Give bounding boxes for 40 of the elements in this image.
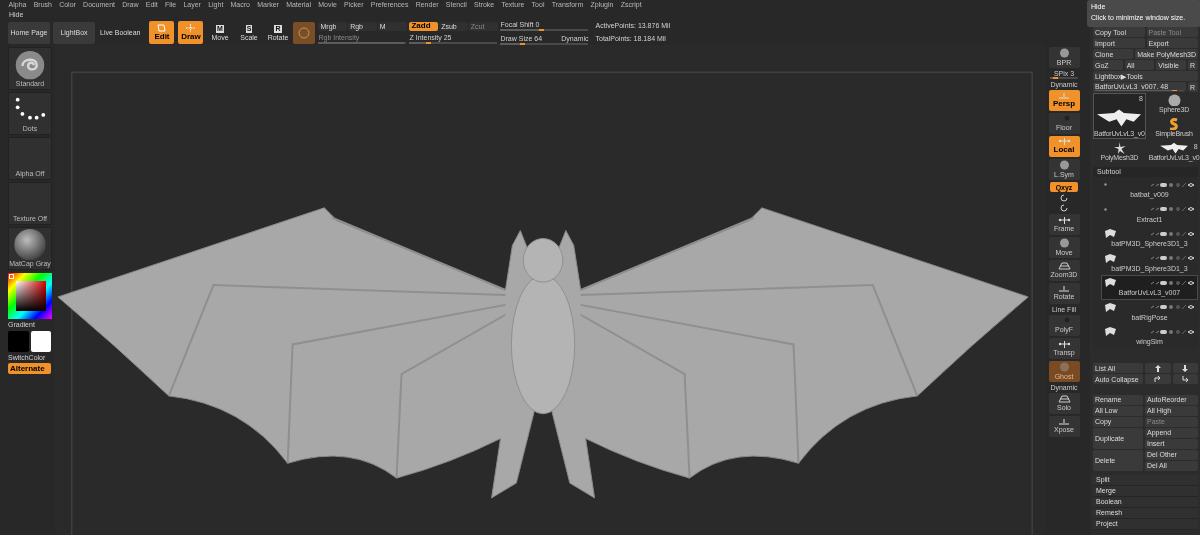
floor-icon: [1058, 286, 1070, 293]
up-arrow-icon: [1154, 364, 1161, 372]
visibility-icons: [1151, 279, 1195, 286]
floor-icon: [1058, 419, 1070, 426]
sphere-icon: [1058, 160, 1070, 171]
sphere-icon: [1058, 238, 1070, 249]
sphere-icon: [1058, 48, 1070, 59]
axes-icon: [1057, 138, 1071, 146]
visibility-icons: [1151, 255, 1195, 261]
floor-icon: [1058, 92, 1070, 99]
mode-button[interactable]: Draw: [178, 21, 204, 44]
arrow-button[interactable]: [1172, 363, 1198, 373]
frame-icon: [157, 24, 167, 32]
alternate-button[interactable]: Alternate: [8, 363, 51, 375]
color-picker[interactable]: [8, 273, 52, 319]
visibility-icons: [1151, 304, 1195, 310]
circle-icon: [298, 26, 311, 39]
visibility-icons: [1151, 181, 1195, 188]
visibility-icons: [1151, 328, 1195, 335]
material-button[interactable]: [293, 21, 316, 44]
visibility-icons: [1151, 230, 1195, 237]
shelf-button[interactable]: Local: [1048, 136, 1080, 157]
color-swatch[interactable]: [8, 330, 29, 352]
bent-arrow-icon: [1181, 376, 1189, 382]
arrow-button[interactable]: [1172, 374, 1198, 384]
axes-icon: [1057, 216, 1071, 224]
down-arrow-icon: [1182, 364, 1189, 372]
star-icon: [1112, 142, 1126, 155]
visibility-icons: [1151, 206, 1195, 212]
mode-button[interactable]: Edit: [149, 21, 175, 44]
focal-shift-slider[interactable]: [500, 28, 589, 31]
color-swatch[interactable]: [30, 330, 51, 352]
crosshair-icon: [186, 24, 196, 32]
arrow-button[interactable]: [1145, 363, 1171, 373]
s-brush-icon: [1168, 118, 1181, 131]
shelf-button[interactable]: Persp: [1048, 90, 1080, 111]
axes-icon: [1057, 340, 1071, 348]
sphere-icon: [1058, 362, 1070, 373]
bent-arrow-icon: [1154, 376, 1162, 382]
mode-button[interactable]: Zadd: [409, 21, 439, 31]
